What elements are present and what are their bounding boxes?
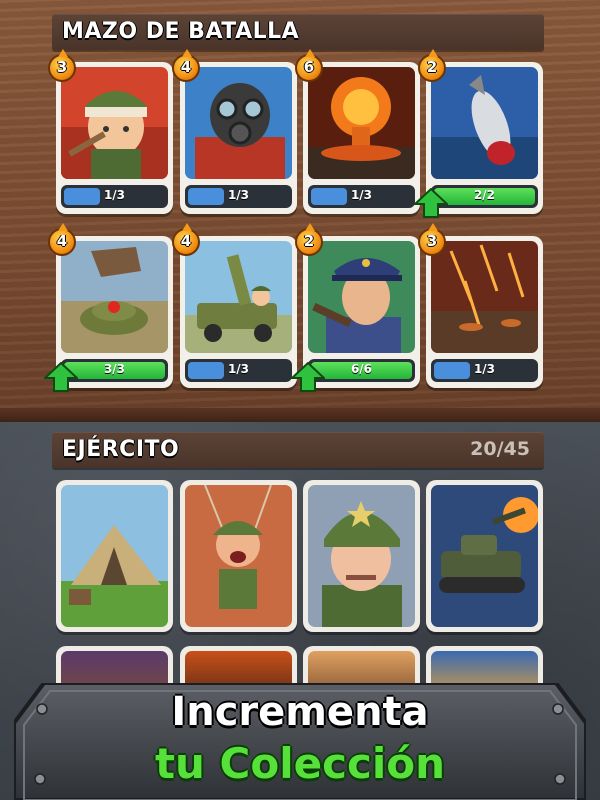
elixir-cost-value: 4	[180, 58, 192, 76]
elixir-cost-value: 3	[56, 58, 68, 76]
deck-header: MAZO DE BATALLA	[52, 14, 544, 50]
card-progress-text: 1/3	[103, 188, 126, 202]
upgrade-arrow-icon	[291, 362, 325, 392]
officer-art	[308, 241, 415, 353]
banner-subheadline: tu Colección	[154, 739, 446, 788]
army-card-tank[interactable]	[426, 480, 543, 632]
missile-strike-art	[431, 67, 538, 179]
army-count: 20/45	[470, 438, 530, 460]
bandaged-soldier-art	[61, 67, 168, 179]
banner-headline: Incrementa	[171, 689, 429, 735]
gas-mask-trooper-art	[185, 67, 292, 179]
elixir-cost-badge: 2	[295, 223, 323, 262]
elixir-cost-badge: 3	[48, 49, 76, 88]
deck-card-nuclear-explosion[interactable]: 1/3 6	[295, 49, 420, 214]
elixir-cost-badge: 4	[48, 223, 76, 262]
elixir-cost-badge: 6	[295, 49, 323, 88]
elixir-cost-badge: 2	[418, 49, 446, 88]
card-progress-bar: 1/3	[61, 185, 168, 208]
upgrade-arrow-icon	[44, 362, 78, 392]
card-progress-bar: 1/3	[185, 359, 292, 382]
landmine-art	[61, 241, 168, 353]
deck-card-rocket-jeep[interactable]: 1/3 4	[172, 223, 297, 388]
upgrade-arrow-icon	[414, 188, 448, 218]
card-progress-text: 1/3	[473, 362, 496, 376]
army-card-general[interactable]	[303, 480, 420, 632]
deck-card-missile-strike[interactable]: 2/2 2	[414, 49, 543, 218]
army-card-paratrooper[interactable]	[180, 480, 297, 632]
card-progress-text: 1/3	[227, 362, 250, 376]
card-progress-bar: 1/3	[185, 185, 292, 208]
rocket-jeep-art	[185, 241, 292, 353]
elixir-cost-badge: 4	[172, 49, 200, 88]
paratrooper-art	[185, 485, 292, 627]
deck-card-artillery-barrage[interactable]: 1/3 3	[418, 223, 543, 388]
elixir-cost-value: 2	[303, 232, 315, 250]
elixir-cost-value: 4	[180, 232, 192, 250]
tank-art	[431, 485, 538, 627]
card-progress-bar: 1/3	[431, 359, 538, 382]
army-tent-art	[61, 485, 168, 627]
army-header: EJÉRCITO 20/45	[52, 432, 544, 468]
elixir-cost-value: 4	[56, 232, 68, 250]
deck-card-gas-mask-trooper[interactable]: 1/3 4	[172, 49, 297, 214]
deck-card-officer[interactable]: 6/6 2	[291, 223, 420, 392]
promo-banner: Incrementa tu Colección	[14, 683, 586, 800]
army-card-tent[interactable]	[56, 480, 173, 632]
artillery-barrage-art	[431, 241, 538, 353]
elixir-cost-value: 2	[426, 58, 438, 76]
elixir-cost-badge: 4	[172, 223, 200, 262]
elixir-cost-badge: 3	[418, 223, 446, 262]
deck-title: MAZO DE BATALLA	[62, 19, 300, 44]
elixir-cost-value: 6	[303, 58, 315, 76]
deck-card-bandaged-soldier[interactable]: 1/3 3	[48, 49, 173, 214]
deck-card-landmine[interactable]: 3/3 4	[44, 223, 173, 392]
card-progress-text: 1/3	[227, 188, 250, 202]
army-title: EJÉRCITO	[62, 437, 180, 462]
card-progress-bar: 1/3	[308, 185, 415, 208]
nuclear-explosion-art	[308, 67, 415, 179]
elixir-cost-value: 3	[426, 232, 438, 250]
general-art	[308, 485, 415, 627]
card-progress-text: 1/3	[350, 188, 373, 202]
